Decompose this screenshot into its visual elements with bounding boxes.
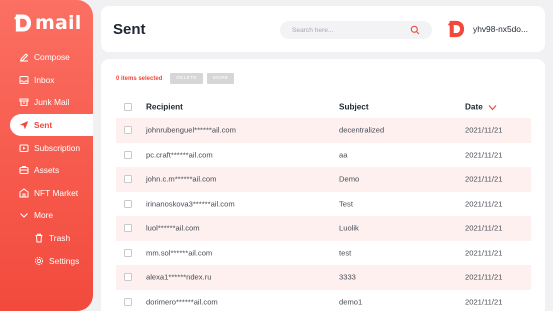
subscription-icon [19, 144, 29, 152]
table-row[interactable]: mm.sol******ail.com test 2021/11/21 [116, 241, 531, 266]
send-icon [19, 121, 29, 130]
dmail-logo-icon [13, 14, 32, 32]
row-subject: decentralized [339, 125, 385, 135]
row-checkbox[interactable] [124, 297, 132, 306]
sidebar-item-label: More [34, 210, 54, 221]
sidebar-item-label: Sent [34, 120, 53, 131]
sent-mail-table: Recipient Subject Date johnrubenguel****… [116, 96, 531, 311]
table-row[interactable]: dorimero******ail.com demo1 2021/11/21 [116, 290, 531, 311]
trash-icon [35, 233, 43, 243]
row-subject: 3333 [339, 272, 356, 282]
row-recipient: alexa1******ndex.ru [146, 272, 212, 282]
row-checkbox[interactable] [124, 150, 132, 159]
row-subject: Luolik [339, 223, 359, 233]
sidebar-item-label: Junk Mail [34, 97, 70, 108]
sidebar-item-compose[interactable]: Compose [0, 46, 93, 69]
sidebar-item-label: Trash [49, 233, 71, 244]
nft-market-icon [19, 188, 29, 198]
row-checkbox[interactable] [124, 273, 132, 282]
sidebar-item-subscription[interactable]: Subscription [0, 136, 93, 159]
sidebar-item-label: Assets [34, 165, 60, 176]
sidebar-item-label: Settings [49, 255, 80, 266]
sidebar-item-inbox[interactable]: Inbox [0, 69, 93, 92]
compose-icon [20, 53, 28, 62]
page-title: Sent [113, 21, 146, 38]
row-recipient: dorimero******ail.com [146, 297, 218, 307]
table-row[interactable]: john.c.m******ail.com Demo 2021/11/21 [116, 167, 531, 192]
row-date: 2021/11/21 [465, 125, 503, 135]
sidebar-item-more[interactable]: More [0, 204, 93, 227]
row-recipient: irinanoskova3******ail.com [146, 199, 235, 209]
sidebar-item-nft-market[interactable]: NFT Market [0, 182, 93, 205]
row-recipient: john.c.m******ail.com [146, 174, 217, 184]
row-checkbox[interactable] [124, 175, 132, 184]
gear-icon [34, 256, 44, 265]
row-checkbox[interactable] [124, 248, 132, 257]
table-row[interactable]: pc.craft******ail.com aa 2021/11/21 [116, 143, 531, 168]
table-header: Recipient Subject Date [116, 96, 531, 118]
sort-chevron-down-icon[interactable] [488, 104, 497, 111]
row-date: 2021/11/21 [465, 199, 503, 209]
assets-icon [19, 166, 29, 175]
sidebar-item-trash[interactable]: Trash [0, 227, 93, 250]
row-date: 2021/11/21 [465, 272, 503, 282]
delete-button[interactable]: DELETE [170, 73, 203, 84]
column-header-date[interactable]: Date [465, 103, 497, 112]
row-date: 2021/11/21 [465, 297, 503, 307]
search-bar[interactable] [280, 21, 432, 39]
column-header-date-label: Date [465, 102, 483, 112]
sidebar-item-junk-mail[interactable]: Junk Mail [0, 91, 93, 114]
column-header-recipient[interactable]: Recipient [146, 103, 183, 112]
row-subject: Demo [339, 174, 360, 184]
brand-logo[interactable]: mail [13, 12, 81, 34]
row-checkbox[interactable] [124, 126, 132, 135]
sidebar-item-label: Compose [34, 52, 70, 63]
avatar[interactable] [447, 19, 465, 39]
row-subject: aa [339, 150, 348, 160]
sidebar-nav: Compose Inbox Junk Mail Sent Subscriptio… [0, 46, 93, 272]
more-button[interactable]: MORE [206, 73, 235, 84]
search-input[interactable] [292, 21, 402, 39]
brand-name: mail [35, 12, 82, 34]
row-date: 2021/11/21 [465, 174, 503, 184]
row-date: 2021/11/21 [465, 223, 503, 233]
row-checkbox[interactable] [124, 224, 132, 233]
table-row[interactable]: alexa1******ndex.ru 3333 2021/11/21 [116, 265, 531, 290]
row-recipient: johnrubenguel******ail.com [146, 125, 236, 135]
junk-icon [19, 98, 29, 107]
selected-count: 0 items selected [116, 75, 163, 82]
row-subject: demo1 [339, 297, 363, 307]
sidebar-item-label: Inbox [34, 74, 55, 85]
table-row[interactable]: johnrubenguel******ail.com decentralized… [116, 118, 531, 143]
select-all-checkbox[interactable] [124, 103, 132, 111]
row-recipient: mm.sol******ail.com [146, 248, 213, 258]
sidebar-item-settings[interactable]: Settings [0, 249, 93, 272]
username[interactable]: yhv98-nx5do... [473, 24, 539, 34]
chevron-down-icon [20, 213, 28, 219]
row-subject: Test [339, 199, 353, 209]
sent-mail-panel: 0 items selected DELETE MORE Recipient S… [101, 59, 545, 311]
row-date: 2021/11/21 [465, 150, 503, 160]
sidebar-item-sent[interactable]: Sent [10, 113, 93, 137]
row-checkbox[interactable] [124, 199, 132, 208]
inbox-icon [19, 75, 29, 84]
row-recipient: pc.craft******ail.com [146, 150, 213, 160]
row-date: 2021/11/21 [465, 248, 503, 258]
search-icon[interactable] [410, 25, 420, 35]
bulk-toolbar: 0 items selected DELETE MORE [116, 73, 235, 84]
sidebar-item-label: Subscription [34, 142, 81, 153]
row-subject: test [339, 248, 352, 258]
table-row[interactable]: luol******ail.com Luolik 2021/11/21 [116, 216, 531, 241]
table-row[interactable]: irinanoskova3******ail.com Test 2021/11/… [116, 192, 531, 217]
sidebar: mail Compose Inbox Junk Mail Sent Subscr… [0, 0, 93, 311]
sidebar-item-assets[interactable]: Assets [0, 159, 93, 182]
sidebar-item-label: NFT Market [34, 187, 79, 198]
row-recipient: luol******ail.com [146, 223, 200, 233]
top-header: Sent yhv98-nx5do... [101, 6, 545, 52]
column-header-subject[interactable]: Subject [339, 103, 369, 112]
